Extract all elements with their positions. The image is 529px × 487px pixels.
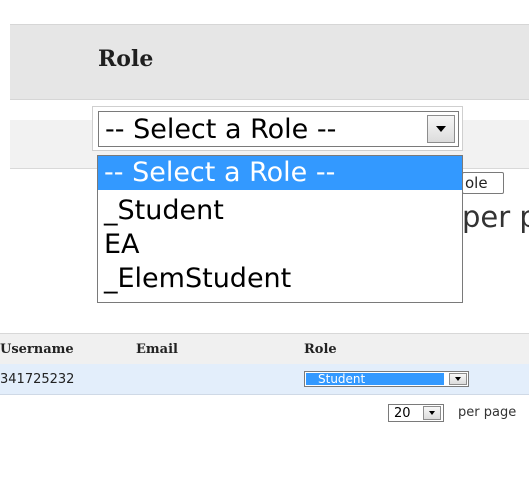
column-header-role[interactable]: Role (304, 342, 337, 357)
column-header-username[interactable]: Username (0, 342, 74, 357)
zoom-header-band (10, 24, 529, 100)
per-page-select[interactable]: 20 (388, 404, 444, 422)
chevron-down-icon (436, 126, 446, 132)
cell-username: 341725232 (0, 372, 75, 387)
row-role-select[interactable]: _Student (304, 371, 469, 387)
row-role-value: _Student (306, 373, 444, 385)
chevron-down-icon (455, 377, 461, 381)
chevron-down-icon (429, 411, 435, 415)
per-page-value: 20 (394, 406, 411, 421)
zoomed-callout: Role -- Select a Role -- ole per p -- Se… (0, 0, 529, 322)
tooltip: ole (462, 172, 504, 194)
role-option-elemstudent[interactable]: _ElemStudent (98, 262, 462, 296)
per-page-text-enlarged: per p (462, 200, 529, 234)
per-page-dropdown-button[interactable] (423, 406, 441, 420)
per-page-label: per page (458, 405, 517, 420)
role-option-select[interactable]: -- Select a Role -- (98, 156, 462, 190)
role-option-ea[interactable]: EA (98, 228, 462, 262)
role-dropdown-list[interactable]: -- Select a Role -- _Student EA _ElemStu… (97, 155, 463, 303)
role-select-field[interactable]: -- Select a Role -- (98, 111, 459, 147)
role-select-value: -- Select a Role -- (105, 114, 337, 145)
role-select-enlarged[interactable]: -- Select a Role -- (92, 106, 463, 151)
table-header: Username Email Role (0, 333, 529, 365)
role-option-student[interactable]: _Student (98, 194, 462, 228)
role-column-heading: Role (98, 46, 154, 72)
row-role-dropdown-button[interactable] (449, 373, 467, 385)
dropdown-arrow-button[interactable] (427, 115, 455, 143)
column-header-email[interactable]: Email (136, 342, 178, 357)
